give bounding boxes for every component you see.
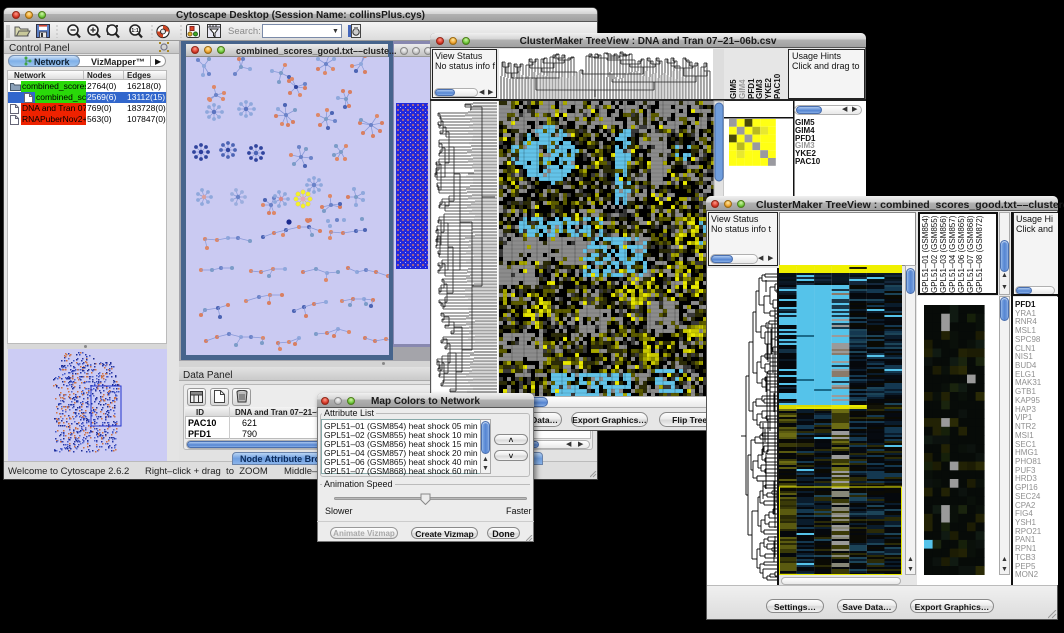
svg-text:1:1: 1:1 <box>131 28 138 34</box>
